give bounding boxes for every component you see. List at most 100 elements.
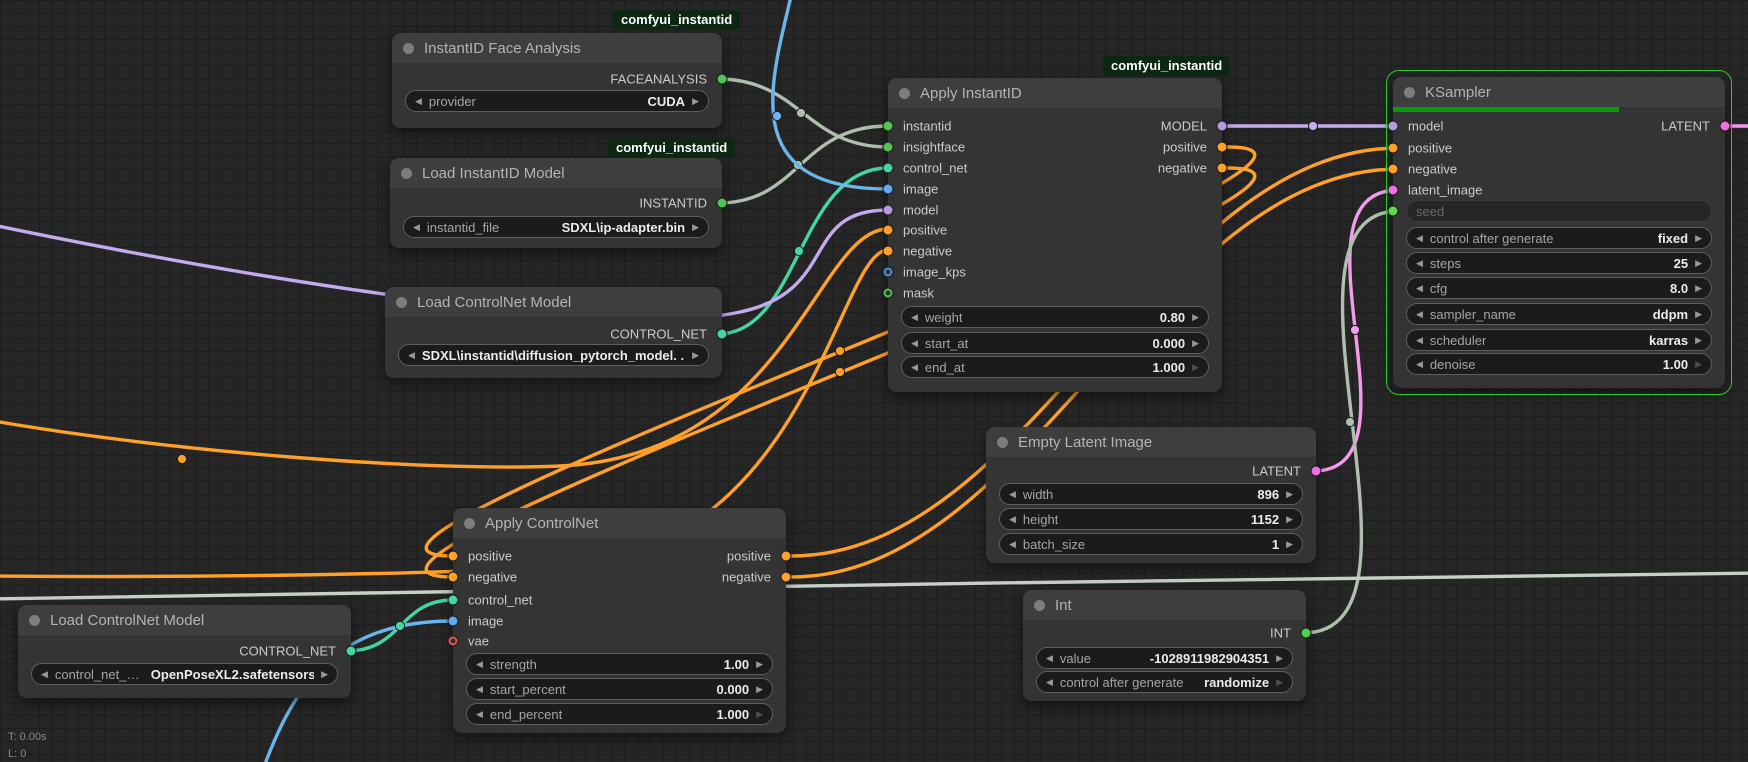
widget-start_percent[interactable]: ◀start_percent0.000▶ xyxy=(466,678,773,700)
control_net-input-dot[interactable] xyxy=(449,596,458,605)
positive-output-port[interactable]: positive xyxy=(1022,138,1222,156)
widget-sampler_name[interactable]: ◀sampler_nameddpm▶ xyxy=(1406,303,1712,325)
collapse-dot-icon[interactable] xyxy=(1404,87,1415,98)
widget-strength[interactable]: ◀strength1.00▶ xyxy=(466,653,773,675)
decrement-arrow-icon[interactable]: ◀ xyxy=(1046,678,1053,687)
increment-arrow-icon[interactable]: ▶ xyxy=(692,223,699,232)
decrement-arrow-icon[interactable]: ◀ xyxy=(1416,284,1423,293)
decrement-arrow-icon[interactable]: ◀ xyxy=(415,97,422,106)
decrement-arrow-icon[interactable]: ◀ xyxy=(1009,490,1016,499)
widget-denoise[interactable]: ◀denoise1.00▶ xyxy=(1406,353,1712,375)
increment-arrow-icon[interactable]: ▶ xyxy=(321,670,328,679)
LATENT-output-dot[interactable] xyxy=(1312,467,1321,476)
node-apply-controlnet[interactable]: Apply ControlNetpositivenegativecontrol_… xyxy=(453,508,786,733)
positive-input-dot[interactable] xyxy=(884,226,893,235)
node-load-controlnet-model-instantid[interactable]: Load ControlNet Model CONTROL_NET◀SDXL\in… xyxy=(385,287,722,378)
input-input-dot[interactable] xyxy=(1389,207,1398,216)
vae-input-port[interactable]: vae xyxy=(453,632,620,650)
decrement-arrow-icon[interactable]: ◀ xyxy=(911,363,918,372)
decrement-arrow-icon[interactable]: ◀ xyxy=(911,339,918,348)
negative-input-port[interactable]: negative xyxy=(1393,160,1559,178)
widget-controlaftergenerate[interactable]: ◀control after generaterandomize▶ xyxy=(1036,671,1293,693)
decrement-arrow-icon[interactable]: ◀ xyxy=(1046,654,1053,663)
negative-output-dot[interactable] xyxy=(1218,164,1227,173)
increment-arrow-icon[interactable]: ▶ xyxy=(1695,360,1702,369)
negative-output-port[interactable]: negative xyxy=(1022,159,1222,177)
node-load-instantid-model[interactable]: Load InstantID ModelINSTANTID◀instantid_… xyxy=(390,158,722,248)
widget-scheduler[interactable]: ◀schedulerkarras▶ xyxy=(1406,329,1712,351)
widget-end_at[interactable]: ◀end_at1.000▶ xyxy=(901,356,1209,378)
increment-arrow-icon[interactable]: ▶ xyxy=(1286,515,1293,524)
LATENT-output-dot[interactable] xyxy=(1721,122,1730,131)
increment-arrow-icon[interactable]: ▶ xyxy=(1695,336,1702,345)
decrement-arrow-icon[interactable]: ◀ xyxy=(408,351,415,360)
widget-height[interactable]: ◀height1152▶ xyxy=(999,508,1303,530)
collapse-dot-icon[interactable] xyxy=(396,297,407,308)
model-input-dot[interactable] xyxy=(1389,122,1398,131)
LATENT-output-port[interactable]: LATENT xyxy=(1118,462,1316,480)
image_kps-input-dot[interactable] xyxy=(884,268,893,277)
CONTROL_NET-output-port[interactable]: CONTROL_NET xyxy=(151,642,351,660)
widget-value[interactable]: ◀value-1028911982904351▶ xyxy=(1036,647,1293,669)
increment-arrow-icon[interactable]: ▶ xyxy=(1192,339,1199,348)
node-titlebar[interactable]: Int xyxy=(1023,590,1306,620)
increment-arrow-icon[interactable]: ▶ xyxy=(1286,490,1293,499)
MODEL-output-dot[interactable] xyxy=(1218,122,1227,131)
increment-arrow-icon[interactable]: ▶ xyxy=(1192,313,1199,322)
node-int[interactable]: IntINT◀value-1028911982904351▶◀control a… xyxy=(1023,590,1306,701)
image-input-port[interactable]: image xyxy=(453,612,620,630)
decrement-arrow-icon[interactable]: ◀ xyxy=(41,670,48,679)
increment-arrow-icon[interactable]: ▶ xyxy=(756,660,763,669)
CONTROL_NET-output-port[interactable]: CONTROL_NET xyxy=(520,325,722,343)
decrement-arrow-icon[interactable]: ◀ xyxy=(1416,234,1423,243)
FACEANALYSIS-output-dot[interactable] xyxy=(718,75,727,84)
increment-arrow-icon[interactable]: ▶ xyxy=(1286,540,1293,549)
increment-arrow-icon[interactable]: ▶ xyxy=(692,351,699,360)
node-titlebar[interactable]: Load ControlNet Model xyxy=(385,287,722,317)
node-titlebar[interactable]: KSampler xyxy=(1393,77,1725,107)
instantid-input-dot[interactable] xyxy=(884,122,893,131)
node-titlebar[interactable]: Apply ControlNet xyxy=(453,508,786,538)
node-ksampler[interactable]: KSamplermodelpositivenegativelatent_imag… xyxy=(1393,77,1725,388)
collapse-dot-icon[interactable] xyxy=(997,437,1008,448)
positive-input-port[interactable]: positive xyxy=(888,221,1055,239)
negative-output-dot[interactable] xyxy=(782,573,791,582)
widget-weight[interactable]: ◀weight0.80▶ xyxy=(901,306,1209,328)
positive-output-dot[interactable] xyxy=(1218,143,1227,152)
decrement-arrow-icon[interactable]: ◀ xyxy=(476,660,483,669)
widget-batch_size[interactable]: ◀batch_size1▶ xyxy=(999,533,1303,555)
widget-steps[interactable]: ◀steps25▶ xyxy=(1406,252,1712,274)
mask-input-dot[interactable] xyxy=(884,289,893,298)
widget-provider[interactable]: ◀providerCUDA▶ xyxy=(405,90,709,112)
decrement-arrow-icon[interactable]: ◀ xyxy=(1009,515,1016,524)
node-load-controlnet-model-pose[interactable]: Load ControlNet ModelCONTROL_NET◀control… xyxy=(18,605,351,698)
FACEANALYSIS-output-port[interactable]: FACEANALYSIS xyxy=(524,70,722,88)
increment-arrow-icon[interactable]: ▶ xyxy=(756,710,763,719)
INSTANTID-output-port[interactable]: INSTANTID xyxy=(523,194,722,212)
image-input-dot[interactable] xyxy=(884,185,893,194)
decrement-arrow-icon[interactable]: ◀ xyxy=(476,710,483,719)
collapse-dot-icon[interactable] xyxy=(401,168,412,179)
latent_image-input-dot[interactable] xyxy=(1389,186,1398,195)
image-input-dot[interactable] xyxy=(449,617,458,626)
node-titlebar[interactable]: Load InstantID Model xyxy=(390,158,722,188)
widget-file[interactable]: ◀SDXL\instantid\diffusion_pytorch_model.… xyxy=(398,344,709,366)
decrement-arrow-icon[interactable]: ◀ xyxy=(1416,360,1423,369)
mask-input-port[interactable]: mask xyxy=(888,284,1055,302)
collapse-dot-icon[interactable] xyxy=(403,43,414,54)
INT-output-dot[interactable] xyxy=(1302,629,1311,638)
widget-controlaftergenerate[interactable]: ◀control after generatefixed▶ xyxy=(1406,227,1712,249)
positive-input-dot[interactable] xyxy=(449,552,458,561)
positive-output-dot[interactable] xyxy=(782,552,791,561)
INSTANTID-output-dot[interactable] xyxy=(718,199,727,208)
image_kps-input-port[interactable]: image_kps xyxy=(888,263,1055,281)
collapse-dot-icon[interactable] xyxy=(1034,600,1045,611)
decrement-arrow-icon[interactable]: ◀ xyxy=(413,223,420,232)
positive-input-dot[interactable] xyxy=(1389,144,1398,153)
model-input-port[interactable]: model xyxy=(888,201,1055,219)
widget-end_percent[interactable]: ◀end_percent1.000▶ xyxy=(466,703,773,725)
widget-control_net_n[interactable]: ◀control_net_n...OpenPoseXL2.safetensors… xyxy=(31,663,338,685)
increment-arrow-icon[interactable]: ▶ xyxy=(1276,678,1283,687)
MODEL-output-port[interactable]: MODEL xyxy=(1022,117,1222,135)
node-titlebar[interactable]: InstantID Face Analysis xyxy=(392,33,722,63)
